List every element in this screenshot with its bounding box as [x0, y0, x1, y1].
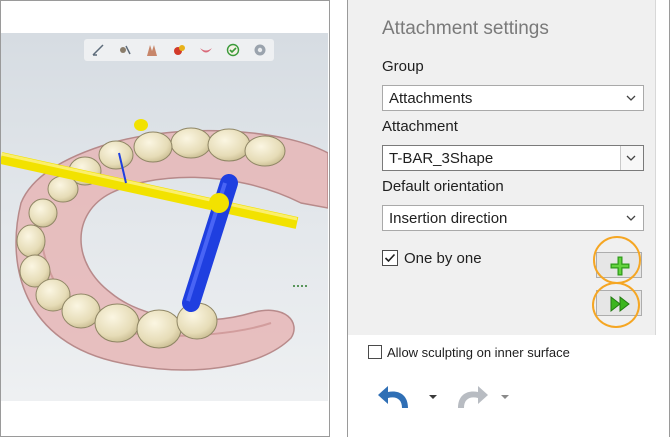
chevron-down-icon	[626, 155, 636, 161]
undo-icon	[378, 386, 408, 408]
group-label: Group	[382, 58, 424, 75]
attachment-select-value: T-BAR_3Shape	[389, 150, 494, 167]
attachment-select[interactable]: T-BAR_3Shape	[382, 145, 644, 171]
undo-button[interactable]	[376, 382, 414, 412]
dental-model-illustration	[1, 119, 328, 371]
undo-history-dropdown[interactable]	[428, 393, 438, 401]
redo-icon	[458, 386, 488, 408]
one-by-one-checkbox[interactable]	[382, 250, 398, 266]
sculpt-inner-surface-label: Allow sculpting on inner surface	[387, 345, 570, 360]
orientation-label: Default orientation	[382, 178, 504, 195]
redo-button[interactable]	[452, 382, 490, 412]
caret-down-icon	[501, 395, 509, 399]
sculpt-inner-surface-checkbox[interactable]	[368, 345, 382, 359]
chevron-down-icon	[626, 215, 636, 221]
add-all-attachments-button[interactable]	[596, 290, 642, 316]
orientation-select-value: Insertion direction	[389, 210, 508, 227]
group-select-value: Attachments	[389, 90, 473, 107]
3d-viewport[interactable]	[1, 33, 328, 401]
viewport-status-area	[1, 401, 328, 436]
chevron-down-icon	[626, 95, 636, 101]
fast-forward-icon	[610, 295, 630, 313]
caret-down-icon	[429, 395, 437, 399]
panel-title: Attachment settings	[382, 18, 549, 39]
add-attachment-button[interactable]	[596, 252, 642, 278]
attachment-label: Attachment	[382, 118, 458, 135]
orientation-select[interactable]: Insertion direction	[382, 205, 644, 231]
redo-history-dropdown[interactable]	[500, 393, 510, 401]
history-controls	[376, 382, 510, 412]
checkmark-icon	[384, 253, 396, 263]
group-select[interactable]: Attachments	[382, 85, 644, 111]
one-by-one-label: One by one	[404, 250, 482, 267]
plus-icon	[610, 256, 630, 276]
